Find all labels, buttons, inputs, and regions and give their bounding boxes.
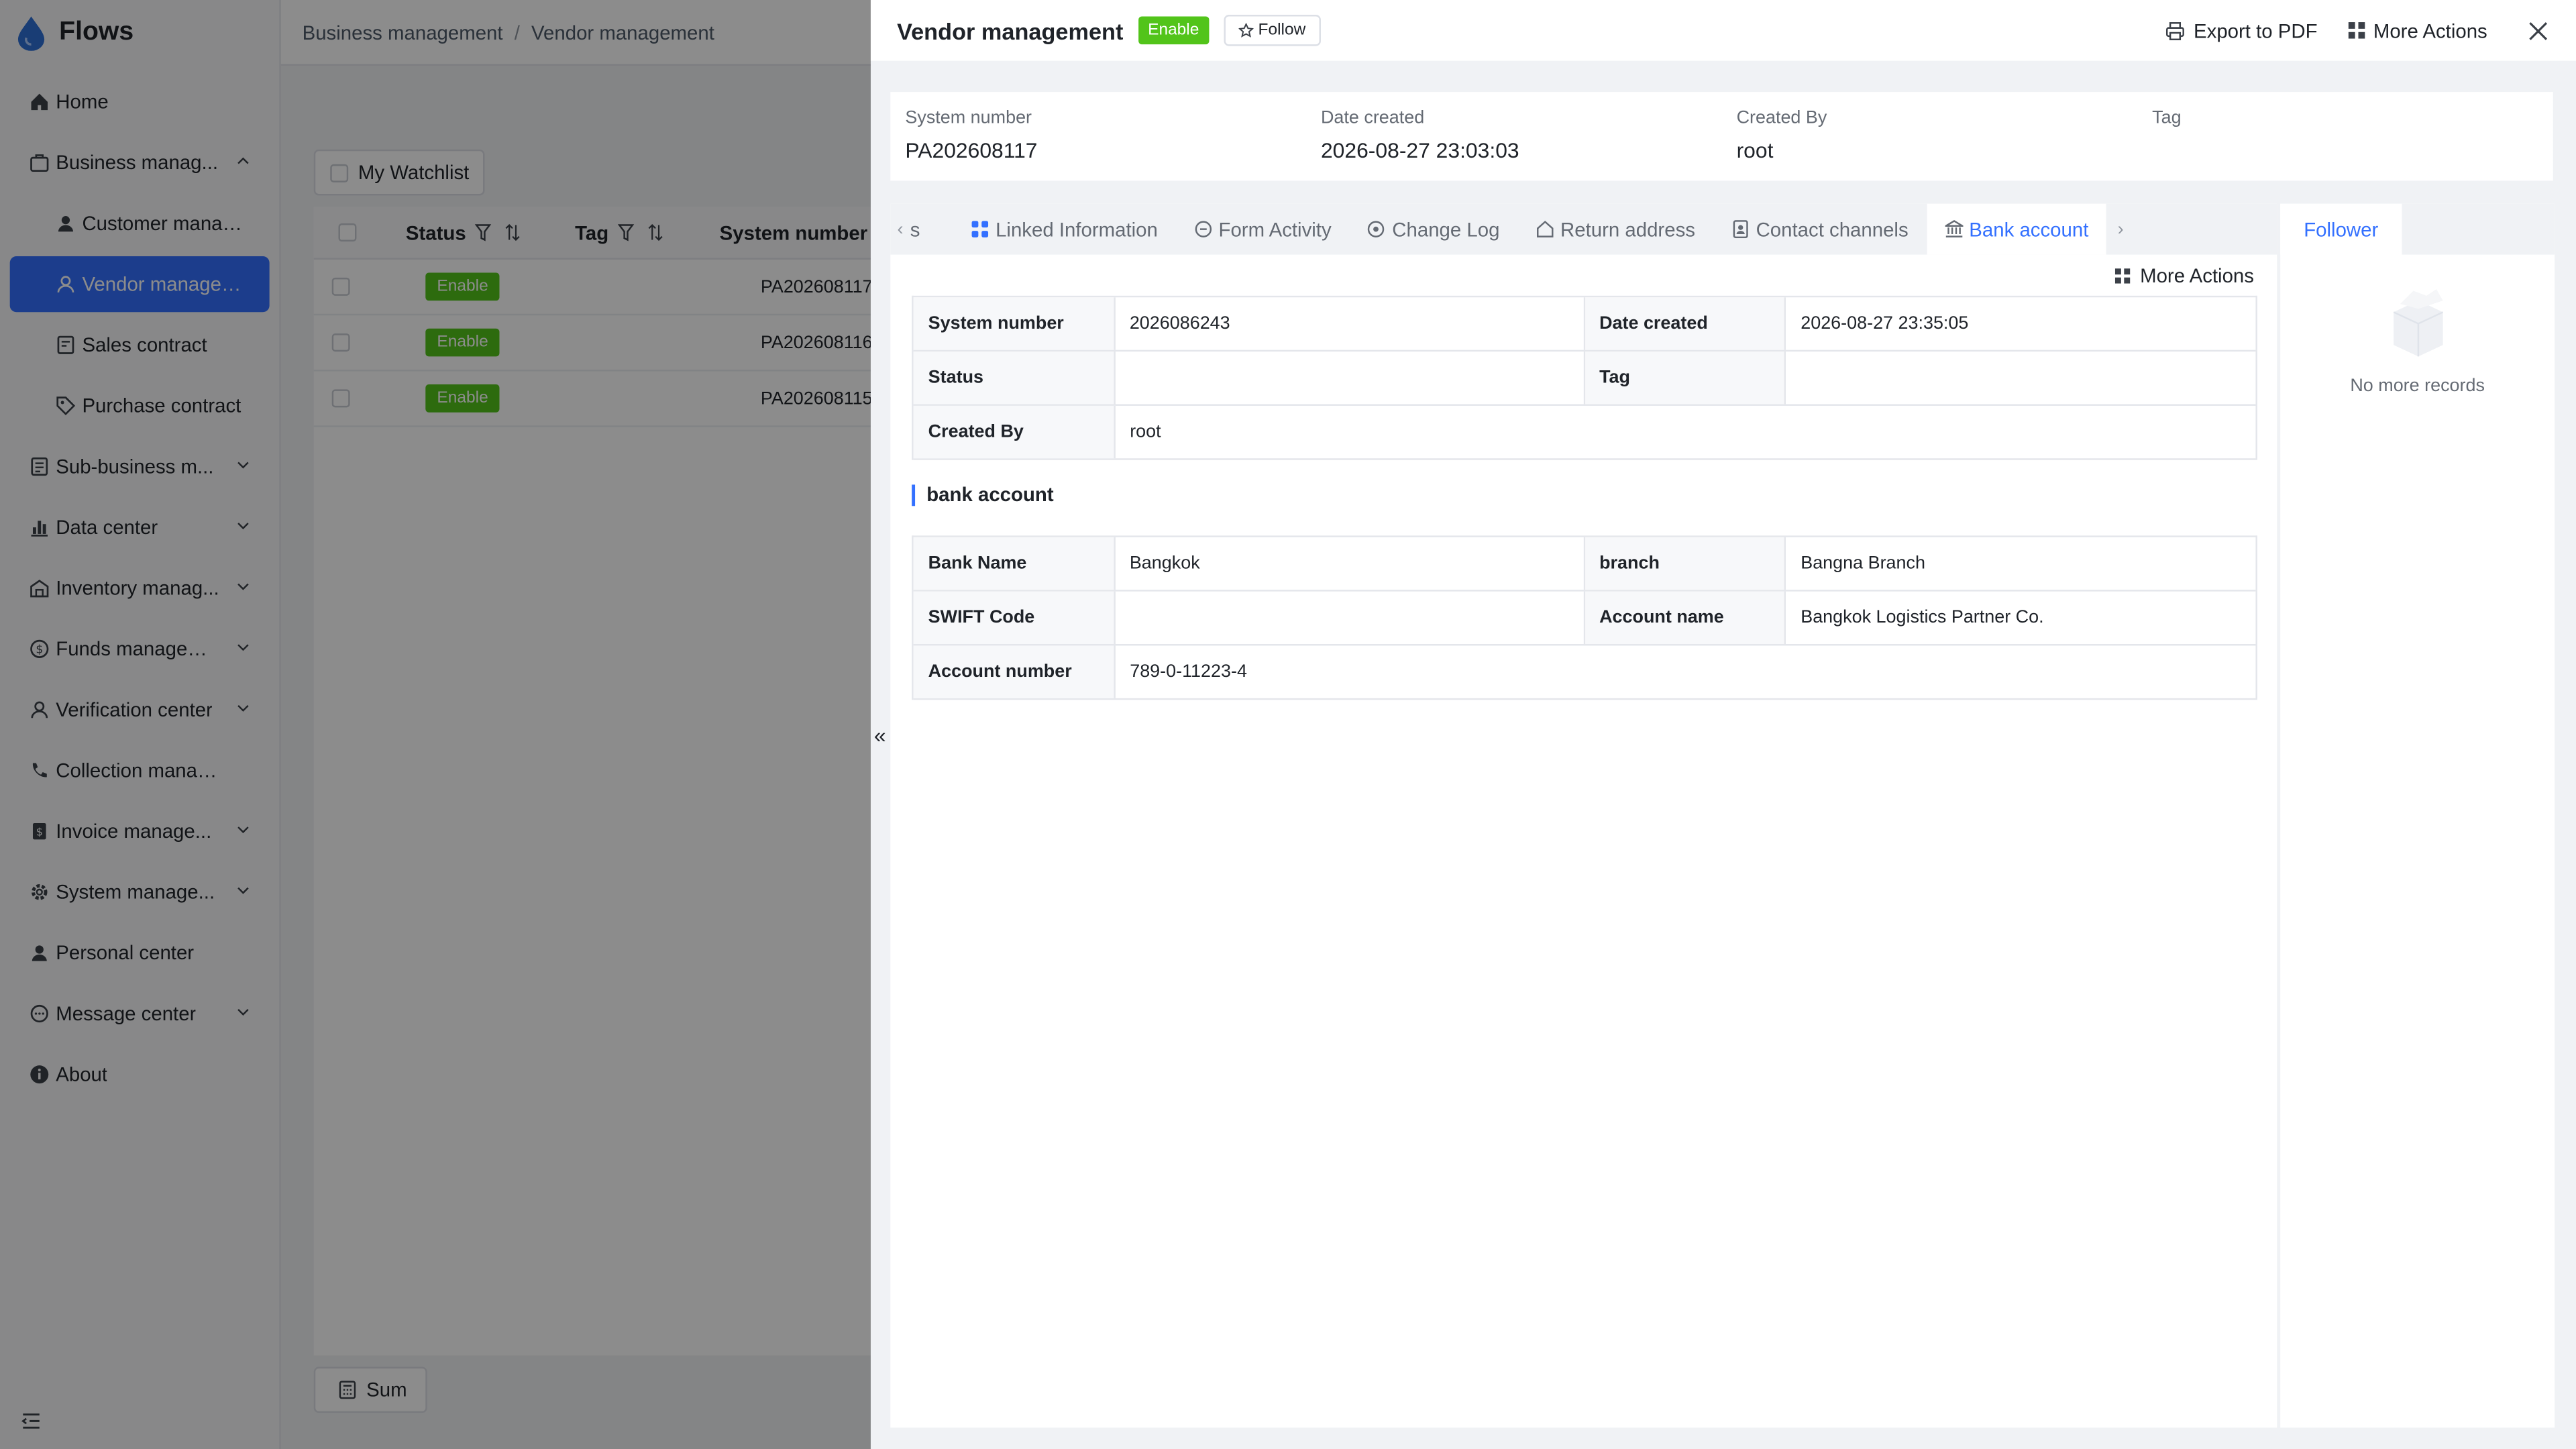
field-value: Bangkok Logistics Partner Co.	[1801, 608, 2044, 628]
tab-bank-account[interactable]: Bank account	[1926, 203, 2107, 255]
tab-bar: ‹ s Linked Information Form Activity Cha…	[890, 203, 2277, 255]
tab-label: Contact channels	[1756, 217, 1909, 241]
field-label: Account number	[913, 645, 1116, 698]
tab-change-log[interactable]: Change Log	[1350, 204, 1518, 255]
follow-button[interactable]: Follow	[1224, 15, 1321, 46]
record-more-actions-button[interactable]: More Actions	[2114, 264, 2254, 288]
empty-text: No more records	[2350, 376, 2485, 396]
close-icon[interactable]	[2527, 19, 2550, 42]
grid-row: SWIFT Code Account name Bangkok Logistic…	[913, 591, 2256, 646]
field-label: Created By	[913, 405, 1116, 459]
more-actions-label: More Actions	[2373, 19, 2487, 42]
follower-tab-bar	[2402, 203, 2555, 255]
house-icon	[1536, 220, 1554, 237]
export-pdf-button[interactable]: Export to PDF	[2165, 19, 2318, 42]
grid-row: Status Tag	[913, 352, 2256, 406]
grid-icon	[2114, 268, 2130, 284]
summary-panel: System number PA202608117 Date created 2…	[890, 92, 2553, 181]
summary-value: 2026-08-27 23:03:03	[1320, 138, 1519, 163]
contact-book-icon	[1733, 220, 1748, 239]
more-actions-label: More Actions	[2140, 264, 2254, 288]
field-label: Bank Name	[913, 537, 1115, 590]
drawer-actions: Export to PDF More Actions	[2165, 0, 2549, 61]
field-label: Status	[913, 352, 1115, 405]
apps-icon	[971, 221, 989, 237]
tab-follower[interactable]: Follower	[2280, 203, 2402, 255]
section-title: bank account	[912, 483, 1054, 506]
status-badge: Enable	[1138, 16, 1210, 45]
grid-row: Bank Name Bangkok branch Bangna Branch	[913, 537, 2256, 592]
grid-row: Account number 789-0-11223-4	[913, 645, 2256, 700]
empty-state: No more records	[2280, 276, 2555, 396]
summary-label: Tag	[2152, 108, 2182, 129]
summary-created-by: Created By root	[1737, 109, 1827, 163]
summary-tag: Tag	[2152, 109, 2181, 128]
field-value: Bangkok	[1115, 537, 1585, 590]
tabs-scroll-right[interactable]: ›	[2106, 204, 2135, 255]
grid-icon	[2347, 22, 2365, 39]
tab-return-address[interactable]: Return address	[1517, 204, 1713, 255]
expand-handle-icon[interactable]: «	[874, 723, 886, 748]
field-label: Account name	[1585, 591, 1786, 644]
follower-panel: Follower No more records	[2280, 203, 2555, 1428]
tab-label: Bank account	[1969, 217, 2089, 241]
follow-label: Follow	[1258, 21, 1306, 40]
history-icon	[1368, 221, 1385, 237]
field-value: root	[1130, 422, 1161, 442]
tab-content: ‹ s Linked Information Form Activity Cha…	[890, 203, 2277, 1428]
field-value	[1115, 352, 1585, 405]
detail-drawer: Vendor management Enable Follow Export t…	[870, 0, 2576, 1449]
tab-label: Return address	[1560, 217, 1695, 241]
drawer-title: Vendor management	[897, 17, 1124, 44]
empty-box-icon	[2392, 289, 2443, 357]
field-value	[1786, 352, 2255, 404]
printer-icon	[2166, 21, 2185, 40]
summary-system-number: System number PA202608117	[905, 109, 1037, 163]
drawer-header: Vendor management Enable Follow Export t…	[870, 0, 2576, 61]
tab-form-activity[interactable]: Form Activity	[1176, 204, 1350, 255]
chat-bubble-icon	[1194, 221, 1212, 237]
field-value: Bangna Branch	[1801, 553, 1925, 574]
field-value	[1115, 591, 1585, 644]
tab-label: Form Activity	[1218, 217, 1332, 241]
bank-icon	[1944, 220, 1963, 237]
grid-row: Created By root	[913, 405, 2256, 460]
summary-label: Created By	[1736, 108, 1827, 129]
export-pdf-label: Export to PDF	[2194, 19, 2318, 42]
record-info-grid: System number 2026086243 Date created 20…	[912, 295, 2257, 460]
tab-partial[interactable]: s	[910, 204, 953, 255]
field-value: 2026086243	[1115, 297, 1585, 350]
field-value: 789-0-11223-4	[1130, 661, 1247, 682]
field-label: Date created	[1585, 297, 1786, 350]
section-title-text: bank account	[926, 483, 1054, 506]
field-label: System number	[913, 297, 1115, 350]
summary-label: System number	[905, 108, 1032, 129]
field-label: branch	[1585, 537, 1786, 590]
field-value: 2026-08-27 23:35:05	[1801, 313, 1969, 334]
summary-label: Date created	[1320, 108, 1425, 129]
field-label: Tag	[1585, 352, 1786, 405]
field-label: SWIFT Code	[913, 591, 1115, 644]
tab-label: Linked Information	[996, 217, 1158, 241]
grid-row: System number 2026086243 Date created 20…	[913, 297, 2256, 352]
tab-label: Change Log	[1392, 217, 1500, 241]
summary-value: PA202608117	[905, 138, 1038, 163]
summary-value: root	[1736, 138, 1774, 163]
section-accent-bar	[912, 484, 916, 506]
star-icon	[1238, 23, 1254, 38]
bank-account-grid: Bank Name Bangkok branch Bangna Branch S…	[912, 535, 2257, 700]
more-actions-button[interactable]: More Actions	[2347, 19, 2487, 42]
tab-contact-channels[interactable]: Contact channels	[1713, 204, 1927, 255]
tab-linked-information[interactable]: Linked Information	[953, 204, 1175, 255]
summary-date-created: Date created 2026-08-27 23:03:03	[1321, 109, 1519, 163]
tabs-scroll-left[interactable]: ‹	[890, 204, 910, 255]
